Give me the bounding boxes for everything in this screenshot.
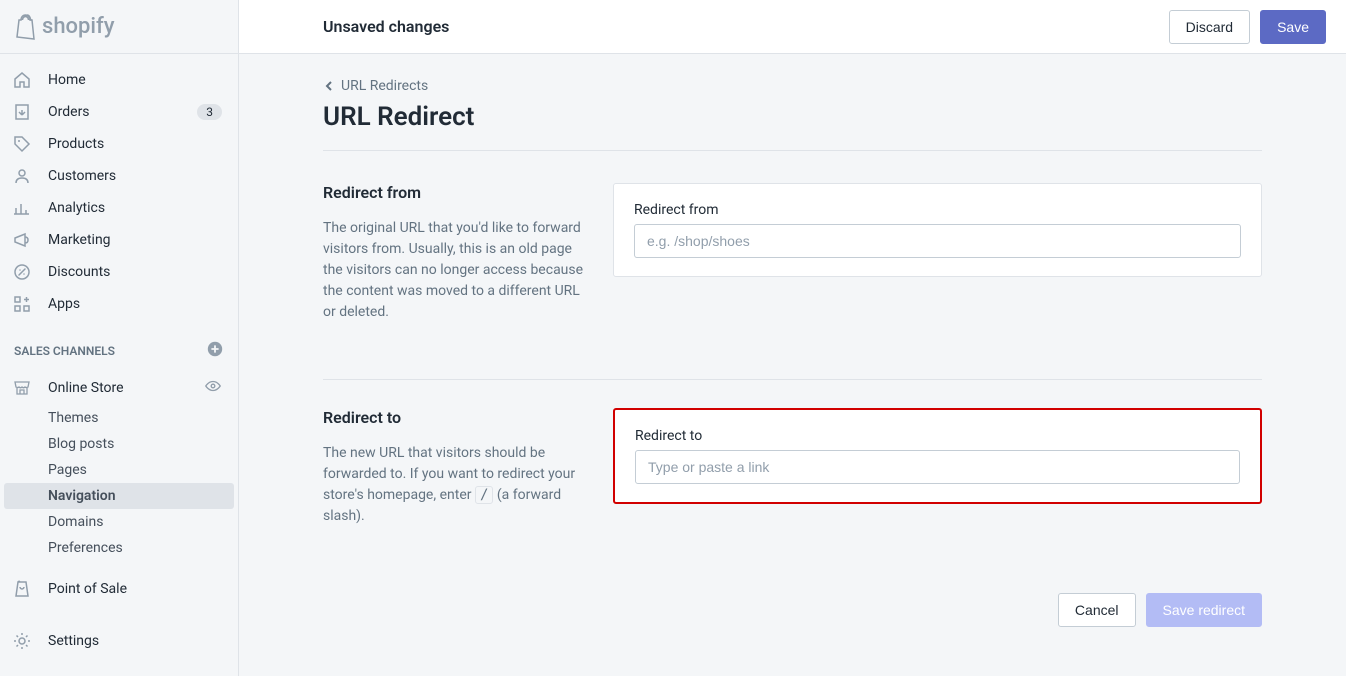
pos-icon [12, 579, 32, 599]
home-icon [12, 70, 32, 90]
sidebar-item-label: Online Store [48, 380, 204, 396]
sidebar-subitem-blog-posts[interactable]: Blog posts [0, 431, 238, 457]
topbar: Unsaved changes Discard Save [239, 0, 1346, 54]
redirect-from-input[interactable] [634, 224, 1241, 258]
redirect-from-card: Redirect from [613, 183, 1262, 277]
section-heading: Redirect to [323, 408, 593, 427]
channels-header: SALES CHANNELS [0, 330, 238, 371]
logo-text: shopify [42, 14, 115, 39]
breadcrumb[interactable]: URL Redirects [323, 78, 1262, 94]
save-redirect-button[interactable]: Save redirect [1146, 593, 1262, 627]
sidebar-item-orders[interactable]: Orders 3 [0, 96, 238, 128]
sidebar-item-label: Apps [48, 296, 226, 312]
sidebar: shopify Home Orders 3 Product [0, 0, 239, 676]
sidebar-item-label: Settings [48, 633, 226, 649]
discounts-icon [12, 262, 32, 282]
apps-icon [12, 294, 32, 314]
sidebar-item-home[interactable]: Home [0, 64, 238, 96]
sidebar-item-settings[interactable]: Settings [0, 625, 238, 657]
sidebar-item-label: Products [48, 136, 226, 152]
sidebar-subitem-themes[interactable]: Themes [0, 405, 238, 431]
analytics-icon [12, 198, 32, 218]
save-button[interactable]: Save [1260, 10, 1326, 44]
sidebar-item-label: Point of Sale [48, 581, 226, 597]
section-description: The new URL that visitors should be forw… [323, 443, 593, 527]
eye-icon[interactable] [204, 377, 222, 399]
redirect-to-label: Redirect to [635, 428, 1240, 444]
sidebar-item-marketing[interactable]: Marketing [0, 224, 238, 256]
customers-icon [12, 166, 32, 186]
sidebar-subitem-navigation[interactable]: Navigation [4, 483, 234, 509]
section-redirect-from: Redirect from The original URL that you'… [323, 183, 1262, 351]
settings-icon [12, 631, 32, 651]
redirect-from-label: Redirect from [634, 202, 1241, 218]
page-title: URL Redirect [323, 102, 1262, 151]
sidebar-item-label: Orders [48, 104, 197, 120]
sidebar-subitem-pages[interactable]: Pages [0, 457, 238, 483]
online-store-icon [12, 378, 32, 398]
logo-area: shopify [0, 0, 238, 54]
chevron-left-icon [323, 80, 335, 92]
orders-badge: 3 [197, 104, 222, 120]
breadcrumb-label: URL Redirects [341, 78, 428, 94]
discard-button[interactable]: Discard [1169, 10, 1250, 44]
channels-header-label: SALES CHANNELS [14, 344, 115, 358]
logo[interactable]: shopify [14, 13, 115, 41]
orders-icon [12, 102, 32, 122]
sidebar-item-label: Discounts [48, 264, 226, 280]
section-redirect-to: Redirect to The new URL that visitors sh… [323, 379, 1262, 555]
sidebar-item-analytics[interactable]: Analytics [0, 192, 238, 224]
redirect-to-input[interactable] [635, 450, 1240, 484]
main-content: URL Redirects URL Redirect Redirect from… [239, 54, 1346, 676]
sidebar-item-label: Home [48, 72, 226, 88]
topbar-title: Unsaved changes [323, 17, 1159, 36]
marketing-icon [12, 230, 32, 250]
cancel-button[interactable]: Cancel [1058, 593, 1136, 627]
slash-code: / [475, 486, 493, 504]
sidebar-item-discounts[interactable]: Discounts [0, 256, 238, 288]
sidebar-item-label: Customers [48, 168, 226, 184]
sidebar-scroll[interactable]: Home Orders 3 Products Customers [0, 54, 238, 676]
sidebar-item-products[interactable]: Products [0, 128, 238, 160]
redirect-to-card: Redirect to [613, 408, 1262, 504]
section-heading: Redirect from [323, 183, 593, 202]
sidebar-item-label: Analytics [48, 200, 226, 216]
sidebar-item-customers[interactable]: Customers [0, 160, 238, 192]
footer-actions: Cancel Save redirect [323, 583, 1262, 627]
sidebar-subitem-preferences[interactable]: Preferences [0, 535, 238, 561]
sidebar-item-label: Marketing [48, 232, 226, 248]
sidebar-item-apps[interactable]: Apps [0, 288, 238, 320]
add-channel-icon[interactable] [206, 340, 224, 361]
sidebar-subitem-domains[interactable]: Domains [0, 509, 238, 535]
sidebar-item-online-store[interactable]: Online Store [0, 371, 238, 405]
section-description: The original URL that you'd like to forw… [323, 218, 593, 323]
products-icon [12, 134, 32, 154]
shopify-bag-icon [14, 13, 38, 41]
sidebar-item-pos[interactable]: Point of Sale [0, 573, 238, 605]
